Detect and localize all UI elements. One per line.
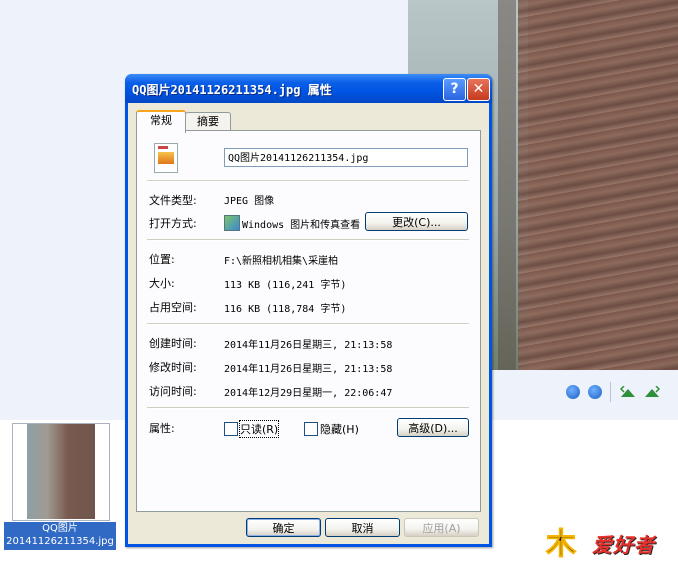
cancel-button[interactable]: 取消 — [325, 518, 400, 537]
close-button[interactable]: ✕ — [467, 78, 490, 101]
readonly-label[interactable]: 只读(R) — [238, 420, 280, 438]
open-with-label: 打开方式: — [149, 217, 197, 230]
next-image-icon[interactable] — [588, 385, 602, 399]
properties-dialog: QQ图片20141126211354.jpg 属性 ? ✕ 常规 摘要 QQ图片… — [125, 74, 492, 547]
apply-button[interactable]: 应用(A) — [404, 518, 479, 537]
ok-button[interactable]: 确定 — [246, 518, 321, 537]
toolbar-divider — [610, 382, 611, 402]
file-type-label: 文件类型: — [149, 194, 197, 207]
rotate-left-icon[interactable] — [620, 386, 636, 398]
dialog-titlebar[interactable]: QQ图片20141126211354.jpg 属性 ? ✕ — [125, 74, 492, 103]
advanced-button[interactable]: 高级(D)... — [397, 418, 469, 437]
size-on-disk-label: 占用空间: — [149, 301, 197, 314]
jpeg-file-icon — [154, 143, 178, 173]
thumbnail-caption[interactable]: QQ图片 20141126211354.jpg — [4, 522, 116, 550]
open-with-value: Windows 图片和传真查看器 — [242, 220, 360, 231]
accessed-label: 访问时间: — [149, 385, 197, 398]
general-tab-panel: QQ图片20141126211354.jpg 文件类型: JPEG 图像 打开方… — [136, 130, 481, 512]
previous-image-icon[interactable] — [566, 385, 580, 399]
size-value: 113 KB (116,241 字节) — [224, 280, 347, 291]
photo-cliff-path — [498, 0, 516, 370]
logo-text: 爱好者 — [592, 533, 655, 557]
divider — [147, 407, 469, 409]
modified-value: 2014年11月26日星期三, 21:13:58 — [224, 364, 393, 375]
file-thumbnail[interactable] — [12, 423, 110, 521]
tab-summary[interactable]: 摘要 — [185, 112, 231, 131]
dialog-title: QQ图片20141126211354.jpg 属性 — [132, 83, 332, 97]
hidden-checkbox[interactable] — [304, 422, 318, 436]
filename-field[interactable]: QQ图片20141126211354.jpg — [224, 148, 468, 167]
created-label: 创建时间: — [149, 337, 197, 350]
logo-mark: 木 — [546, 527, 577, 563]
divider — [147, 323, 469, 325]
location-label: 位置: — [149, 253, 175, 266]
site-logo: 木 爱好者 — [546, 517, 676, 563]
hidden-label[interactable]: 隐藏(H) — [320, 421, 359, 437]
accessed-value: 2014年12月29日星期一, 22:06:47 — [224, 388, 393, 399]
dialog-client-area: 常规 摘要 QQ图片20141126211354.jpg 文件类型: JPEG … — [128, 103, 489, 544]
file-type-value: JPEG 图像 — [224, 196, 275, 207]
created-value: 2014年11月26日星期三, 21:13:58 — [224, 340, 393, 351]
rotate-right-icon[interactable] — [644, 386, 660, 398]
readonly-checkbox[interactable] — [224, 422, 238, 436]
divider — [147, 180, 469, 182]
image-viewer-app-icon — [224, 215, 240, 231]
photo-cliff-face — [518, 0, 678, 370]
thumbnail-caption-line1: QQ图片 — [42, 523, 78, 534]
thumbnail-caption-line2: 20141126211354.jpg — [6, 536, 114, 547]
change-button[interactable]: 更改(C)... — [365, 212, 468, 231]
size-on-disk-value: 116 KB (118,784 字节) — [224, 304, 347, 315]
tab-general[interactable]: 常规 — [136, 110, 186, 133]
location-value: F:\新照相机相集\采崖柏 — [224, 256, 339, 267]
divider — [147, 239, 469, 241]
help-button[interactable]: ? — [443, 78, 466, 101]
size-label: 大小: — [149, 277, 175, 290]
attributes-label: 属性: — [149, 422, 175, 435]
modified-label: 修改时间: — [149, 361, 197, 374]
thumbnail-image — [27, 424, 95, 519]
